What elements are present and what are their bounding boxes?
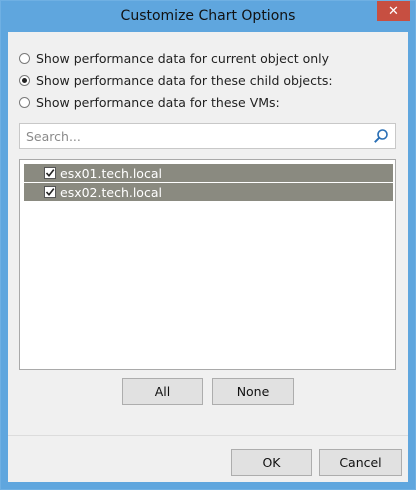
- item-label: esx01.tech.local: [60, 165, 162, 181]
- radio-current-object[interactable]: [19, 52, 30, 64]
- none-button[interactable]: None: [212, 378, 294, 405]
- list-item[interactable]: esx01.tech.local: [24, 164, 393, 182]
- close-button[interactable]: ✕: [377, 1, 410, 21]
- title-bar[interactable]: Customize Chart Options ✕: [1, 1, 415, 32]
- all-button[interactable]: All: [122, 378, 203, 405]
- radio-child-objects[interactable]: [19, 74, 30, 86]
- item-checkbox[interactable]: [44, 186, 56, 198]
- dialog-footer: OK Cancel: [8, 435, 408, 482]
- item-label: esx02.tech.local: [60, 184, 162, 200]
- option-label: Show performance data for these child ob…: [36, 72, 333, 88]
- close-icon: ✕: [388, 3, 399, 19]
- cancel-button[interactable]: Cancel: [319, 449, 402, 476]
- checkmark-icon: [45, 169, 55, 178]
- radio-vms[interactable]: [19, 96, 30, 108]
- search-box: [19, 123, 396, 149]
- option-current-object[interactable]: Show performance data for current object…: [19, 49, 329, 67]
- checkmark-icon: [45, 188, 55, 197]
- search-icon[interactable]: [373, 128, 389, 144]
- option-child-objects[interactable]: Show performance data for these child ob…: [19, 71, 333, 89]
- child-objects-list[interactable]: esx01.tech.local esx02.tech.local: [19, 159, 396, 370]
- dialog-body: Show performance data for current object…: [8, 32, 408, 482]
- ok-button[interactable]: OK: [231, 449, 312, 476]
- window-title: Customize Chart Options: [120, 8, 296, 24]
- search-input[interactable]: [20, 124, 366, 148]
- list-item[interactable]: esx02.tech.local: [24, 183, 393, 201]
- option-label: Show performance data for these VMs:: [36, 94, 280, 110]
- dialog-window: Customize Chart Options ✕ Show performan…: [0, 0, 416, 490]
- option-vms[interactable]: Show performance data for these VMs:: [19, 93, 280, 111]
- item-checkbox[interactable]: [44, 167, 56, 179]
- option-label: Show performance data for current object…: [36, 50, 330, 66]
